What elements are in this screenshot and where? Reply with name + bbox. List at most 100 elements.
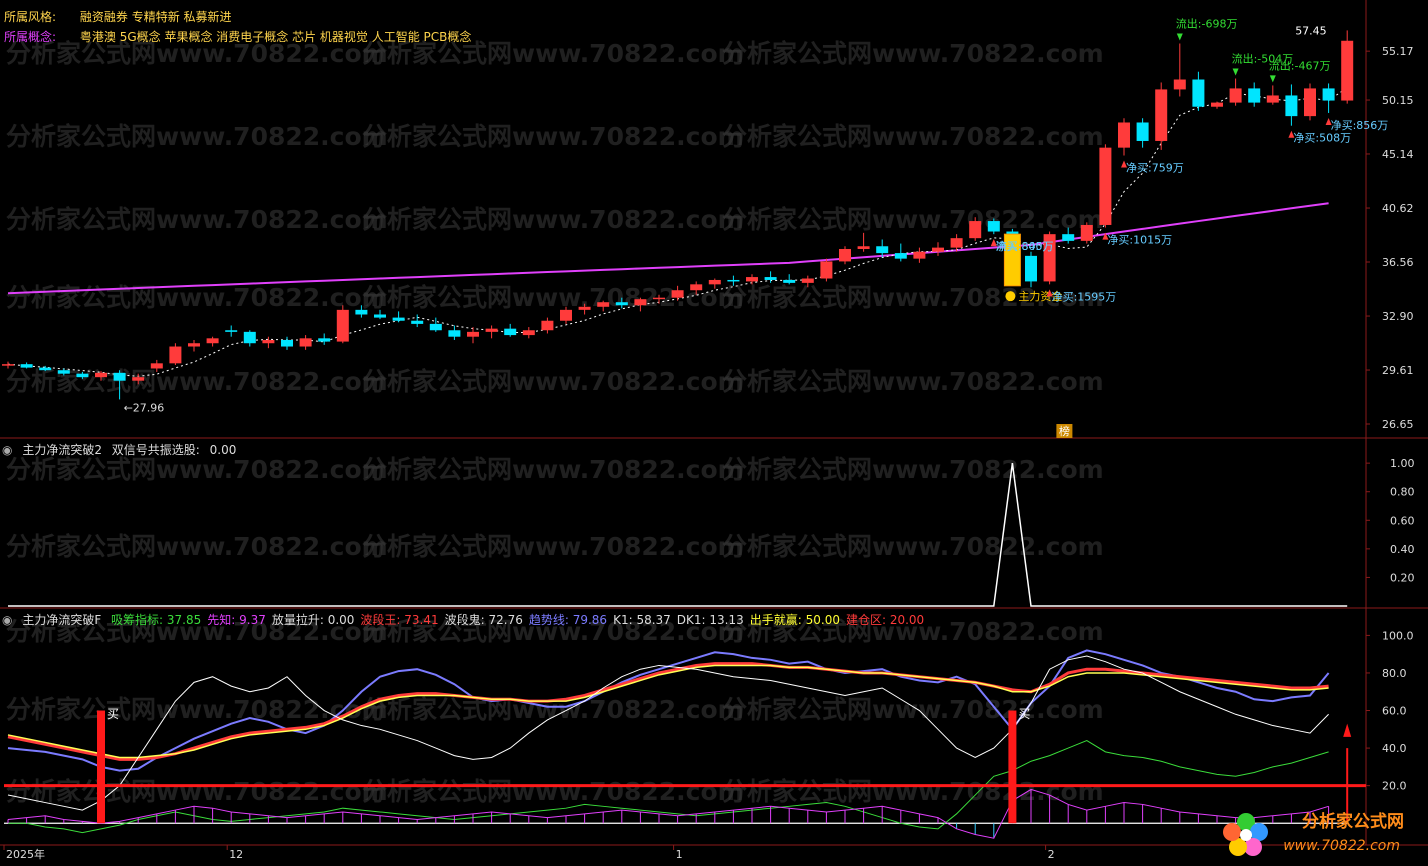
candle-body	[76, 373, 89, 378]
indicator-tick-label: 100.0	[1382, 629, 1414, 642]
indicator-tick-label: 80.0	[1382, 667, 1407, 680]
candle-body	[969, 221, 982, 239]
watermark-text: 分析家公式网www.70822.com	[362, 283, 744, 312]
candle-body	[857, 246, 870, 249]
watermark-text: 分析家公式网www.70822.com	[722, 367, 1104, 396]
chart-canvas: 分析家公式网www.70822.com分析家公式网www.70822.com分析…	[0, 0, 1428, 866]
candle-body	[113, 372, 126, 381]
candle-body	[429, 323, 442, 331]
candle-body	[894, 253, 907, 259]
candle-body	[1099, 147, 1112, 225]
candle-body	[708, 279, 721, 285]
price-tick-label: 55.17	[1382, 45, 1414, 58]
candle-body	[299, 338, 312, 347]
indicator-value: 建仓区: 20.00	[845, 613, 925, 627]
watermark-text: 分析家公式网www.70822.com	[6, 777, 388, 806]
watermark-text: 分析家公式网www.70822.com	[362, 455, 744, 484]
candle-body	[634, 299, 647, 306]
candle-body	[671, 290, 684, 298]
price-tick-label: 36.56	[1382, 256, 1414, 269]
time-tick-label: 1	[676, 848, 683, 861]
candle-body	[1266, 95, 1279, 103]
candle-body	[355, 309, 368, 315]
watermark-text: 分析家公式网www.70822.com	[362, 367, 744, 396]
candle-body	[467, 331, 479, 337]
indicator-value: 趋势线: 79.86	[528, 613, 608, 627]
price-tick-label: 40.62	[1382, 202, 1414, 215]
net-buy-label: 净买:1015万	[1107, 233, 1172, 247]
signal-tick-label: 0.40	[1390, 543, 1415, 556]
net-buy-label: 净买:805万	[996, 239, 1054, 253]
outflow-label: 流出:-698万	[1176, 17, 1238, 31]
candle-body	[1155, 89, 1168, 141]
indicator-value: 放量拉升: 0.00	[271, 613, 355, 627]
candle-body	[1285, 95, 1298, 117]
net-buy-label: 净买:759万	[1126, 161, 1184, 175]
indicator-value: 出手就赢: 50.00	[749, 613, 840, 627]
candle-body	[1229, 88, 1242, 103]
watermark-text: 分析家公式网www.70822.com	[6, 532, 388, 561]
candle-body	[374, 314, 386, 318]
candle-body	[839, 248, 851, 262]
watermark-text: 分析家公式网www.70822.com	[722, 532, 1104, 561]
candle-body	[727, 279, 740, 282]
site-logo-url: www.70822.com	[1283, 838, 1400, 854]
time-tick-label: 12	[229, 848, 243, 861]
candle-body	[39, 367, 52, 371]
candle-body	[987, 221, 1000, 232]
candle-body	[1025, 255, 1037, 282]
watermark-text: 分析家公式网www.70822.com	[6, 283, 388, 312]
watermark-text: 分析家公式网www.70822.com	[6, 455, 388, 484]
style-values: 融资融券 专精特新 私募新进	[79, 10, 232, 24]
panel3-title[interactable]: ◉ 主力净流突破F 吸筹指标: 37.85 先知: 9.37 放量拉升: 0.00 波…	[2, 611, 936, 628]
candle-body	[95, 372, 107, 378]
site-logo-text: 分析家公式网	[1302, 812, 1404, 832]
candle-body	[801, 278, 814, 283]
style-row: 所属风格: 融资融券 专精特新 私募新进	[4, 8, 232, 25]
candle-body	[1304, 88, 1316, 117]
net-buy-label: 净买:508万	[1293, 131, 1351, 145]
candle-body	[820, 261, 833, 279]
candle-body	[578, 306, 591, 310]
candle-body	[1248, 88, 1261, 103]
stock-chart[interactable]: 分析家公式网www.70822.com 分析家公式网www.70822.com 分析…	[0, 0, 1428, 866]
candle-body	[318, 338, 331, 342]
time-tick-label: 2025年	[6, 847, 45, 861]
indicator-value: 波段鬼: 72.76	[444, 613, 523, 627]
watermark-text: 分析家公式网www.70822.com	[722, 695, 1104, 724]
indicator-value: 先知: 9.37	[207, 613, 266, 627]
price-tick-label: 45.14	[1382, 148, 1414, 161]
candle-body	[783, 279, 796, 283]
candle-body	[932, 247, 944, 252]
watermark-text: 分析家公式网www.70822.com	[362, 122, 744, 151]
candle-body	[262, 339, 275, 344]
money-bag-icon	[1005, 291, 1016, 302]
indicator-value: 吸筹指标: 37.85	[111, 613, 202, 627]
buy-signal-label: 买	[1018, 707, 1030, 721]
concept-label: 所属概念:	[4, 30, 57, 44]
panel2-name: 主力净流突破2	[22, 443, 102, 457]
panel2-title[interactable]: ◉ 主力净流突破2 双信号共振选股: 0.00	[2, 441, 242, 458]
panel2-value: 0.00	[209, 443, 237, 457]
outflow-label: 流出:-467万	[1269, 58, 1331, 72]
candle-body	[281, 339, 293, 347]
candle-body	[1192, 79, 1205, 107]
watermark-text: 分析家公式网www.70822.com	[722, 205, 1104, 234]
candle-body	[950, 238, 963, 248]
time-tick-label: 2	[1048, 848, 1055, 861]
panel3-collapse-icon[interactable]: ◉	[2, 613, 12, 627]
buy-signal-bar	[97, 710, 105, 824]
candle-body	[20, 364, 33, 368]
candle-body	[541, 320, 554, 331]
candle-body	[1341, 40, 1354, 101]
watermark-text: 分析家公式网www.70822.com	[722, 39, 1104, 68]
candle-body	[1062, 234, 1075, 241]
candle-body	[2, 364, 14, 366]
watermark-text: 分析家公式网www.70822.com	[722, 777, 1104, 806]
candle-body	[336, 309, 349, 342]
candle-body	[876, 246, 889, 254]
watermark-text: 分析家公式网www.70822.com	[722, 122, 1104, 151]
price-tick-label: 26.65	[1382, 418, 1414, 431]
indicator-value: K1: 58.37	[613, 613, 671, 627]
panel2-collapse-icon[interactable]: ◉	[2, 443, 12, 457]
